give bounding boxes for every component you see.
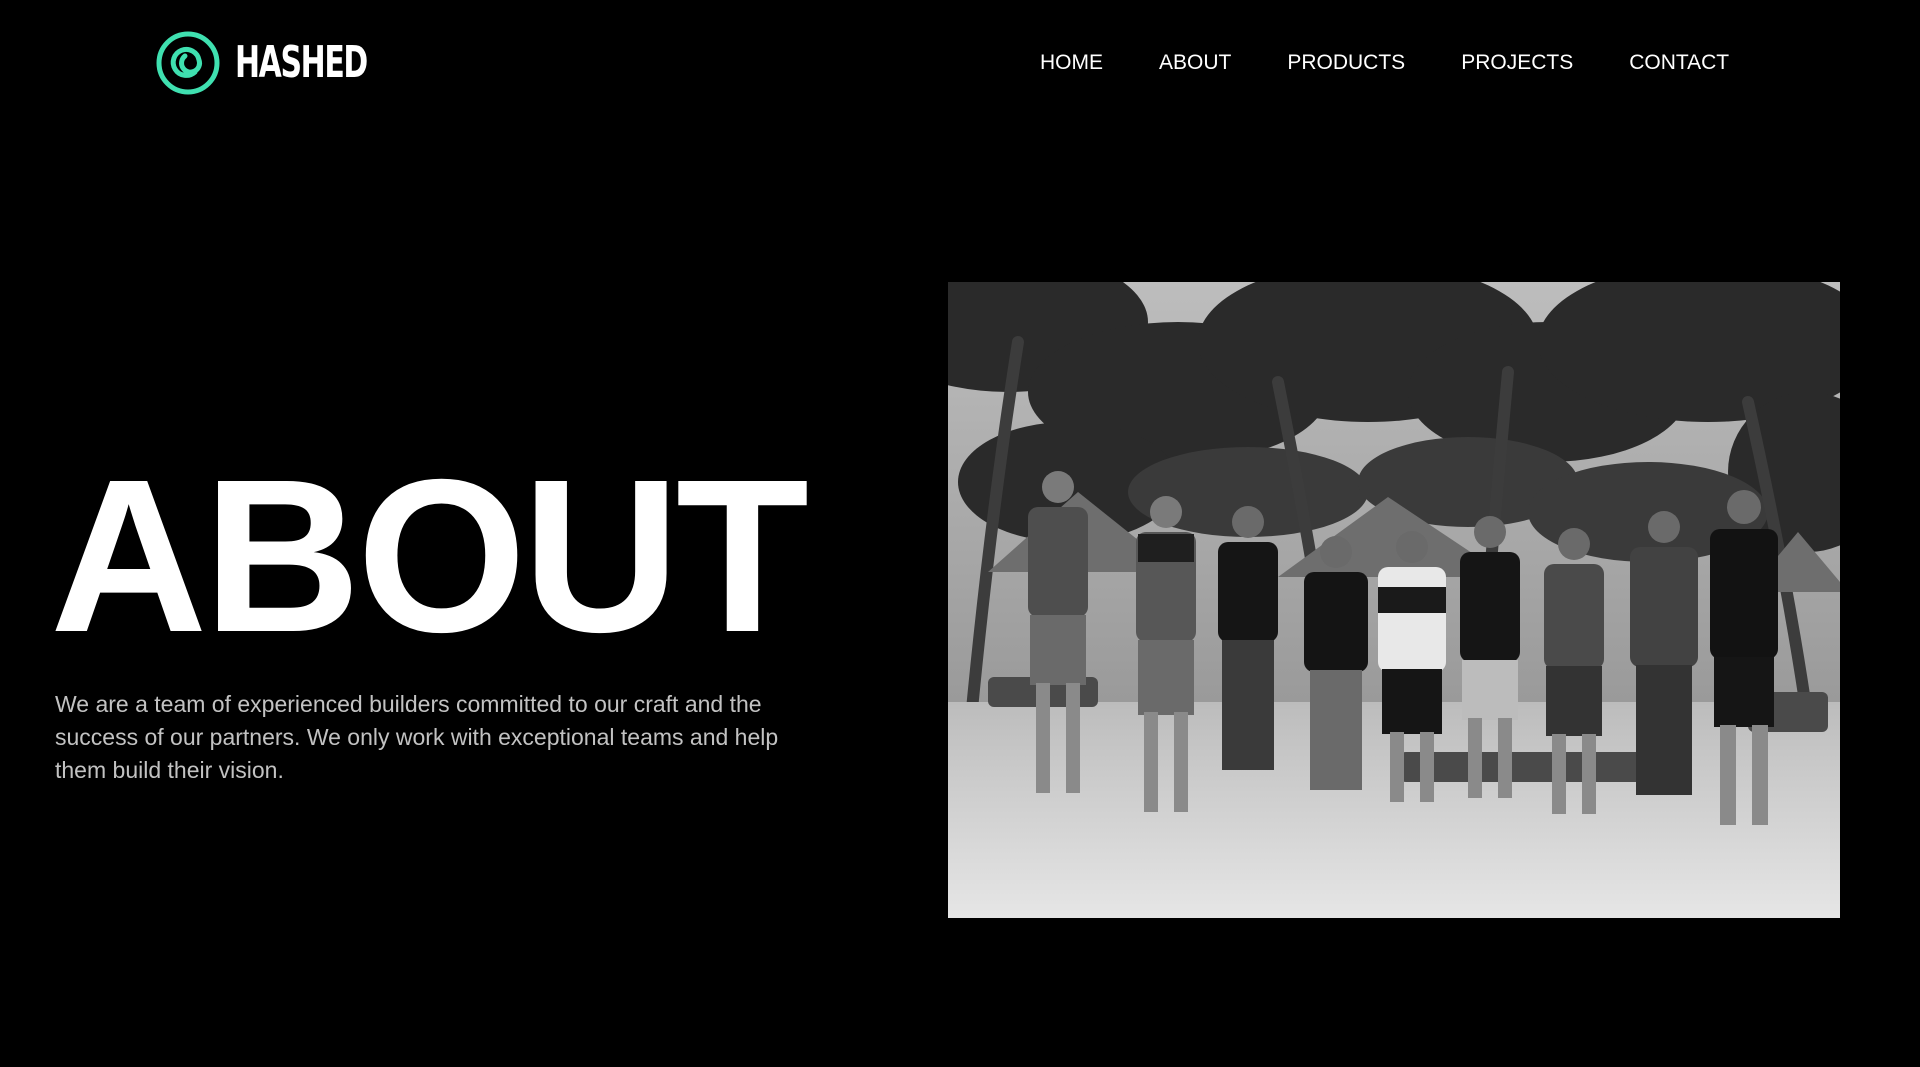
nav-about-link[interactable]: ABOUT	[1159, 49, 1231, 77]
page-title: ABOUT	[50, 435, 809, 678]
team-photo	[948, 282, 1840, 918]
brand-name: HASHED	[235, 37, 368, 88]
home-logo-link[interactable]: HASHED	[155, 30, 429, 96]
nav-products-link[interactable]: PRODUCTS	[1287, 49, 1405, 77]
team-photo-image	[948, 282, 1840, 918]
nav-contact-link[interactable]: CONTACT	[1629, 49, 1729, 77]
spiral-circle-logo-icon	[156, 31, 220, 95]
page: HASHED HOME ABOUT PRODUCTS PROJECTS CONT…	[0, 0, 1920, 1067]
main-nav: HOME ABOUT PRODUCTS PROJECTS CONTACT	[1040, 49, 1729, 77]
nav-projects-link[interactable]: PROJECTS	[1461, 49, 1573, 77]
nav-home-link[interactable]: HOME	[1040, 49, 1103, 77]
about-description: We are a team of experienced builders co…	[55, 691, 779, 783]
